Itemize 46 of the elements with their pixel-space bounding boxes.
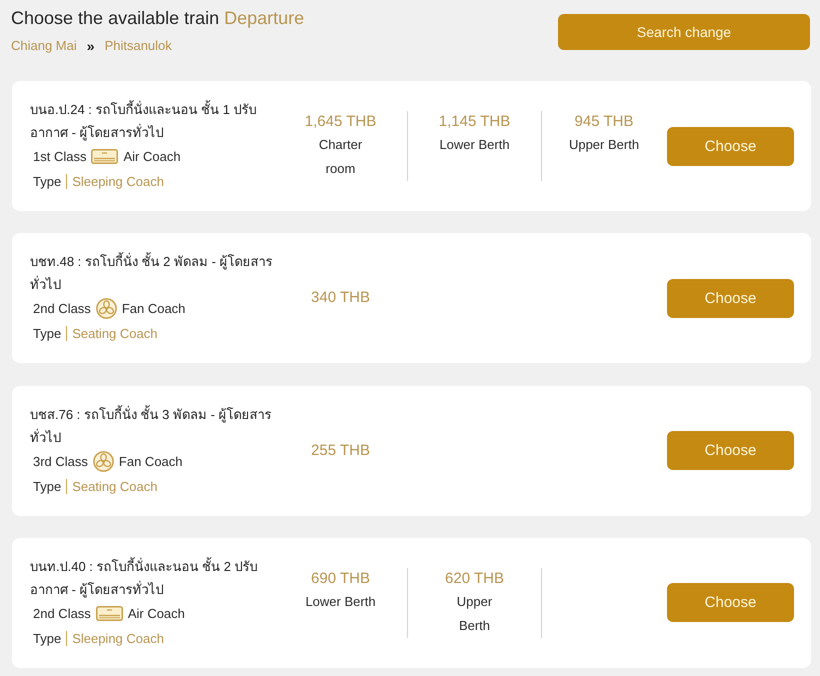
train-name: บนอ.ป.24 : รถโบกี้นั่งและนอน ชั้น 1 ปรับ อากาศ - ผู้โดยสารทั่วไป <box>30 99 257 142</box>
search-change-button[interactable]: Search change <box>558 14 810 50</box>
choose-button[interactable]: Choose <box>667 431 794 470</box>
air-conditioner-icon <box>96 606 123 621</box>
fare-label: Upper Berth <box>456 592 492 635</box>
train-name: บชส.76 : รถโบกี้นั่ง ชั้น 3 พัดลม - ผู้โดยสาร ทั่วไป <box>30 404 272 447</box>
type-label: Type <box>33 478 62 494</box>
coach-label: Fan Coach <box>122 301 186 316</box>
route-separator: » <box>86 37 95 56</box>
air-conditioner-icon <box>91 149 118 164</box>
direction-label: Departure <box>224 7 304 30</box>
fan-icon <box>92 450 114 472</box>
destination-station: Phitsanulok <box>104 37 172 55</box>
fare-price: 945 THB <box>574 112 634 132</box>
class-label: 2nd Class <box>33 301 91 316</box>
coach-type: Sleeping Coach <box>72 630 164 646</box>
coach-type: Seating Coach <box>72 478 158 494</box>
coach-type: Seating Coach <box>72 326 158 342</box>
fare-price: 1,645 THB <box>304 112 376 132</box>
coach-label: Air Coach <box>123 149 181 164</box>
class-label: 2nd Class <box>33 606 91 621</box>
fare-label: Lower Berth <box>439 136 510 154</box>
type-label: Type <box>33 326 62 342</box>
choose-button[interactable]: Choose <box>667 278 794 318</box>
fare-label: Lower Berth <box>305 592 376 611</box>
class-label: 1st Class <box>33 149 86 164</box>
fan-icon <box>96 298 117 320</box>
fare-price: 690 THB <box>311 568 370 589</box>
choose-button[interactable]: Choose <box>667 126 794 166</box>
type-label: Type <box>33 174 62 189</box>
train-name: บชท.48 : รถโบกี้นั่ง ชั้น 2 พัดลม - ผู้โดยสาร ทั่วไป <box>30 251 273 294</box>
fare-label: Upper Berth <box>568 136 640 154</box>
coach-type: Sleeping Coach <box>72 174 164 189</box>
fare-price: 340 THB <box>311 288 370 308</box>
fare-price: 620 THB <box>445 568 504 589</box>
type-label: Type <box>33 630 62 646</box>
fare-label: Charter room <box>318 136 362 178</box>
class-label: 3rd Class <box>33 454 88 469</box>
train-name: บนท.ป.40 : รถโบกี้นั่งและนอน ชั้น 2 ปรับ อากาศ - ผู้โดยสารทั่วไป <box>30 556 258 600</box>
coach-label: Fan Coach <box>118 454 183 469</box>
fare-price: 255 THB <box>311 440 370 461</box>
page-title: Choose the available train <box>11 7 220 30</box>
choose-button[interactable]: Choose <box>667 583 794 622</box>
coach-label: Air Coach <box>128 606 185 621</box>
origin-station: Chiang Mai <box>11 37 77 55</box>
fare-price: 1,145 THB <box>438 112 510 132</box>
